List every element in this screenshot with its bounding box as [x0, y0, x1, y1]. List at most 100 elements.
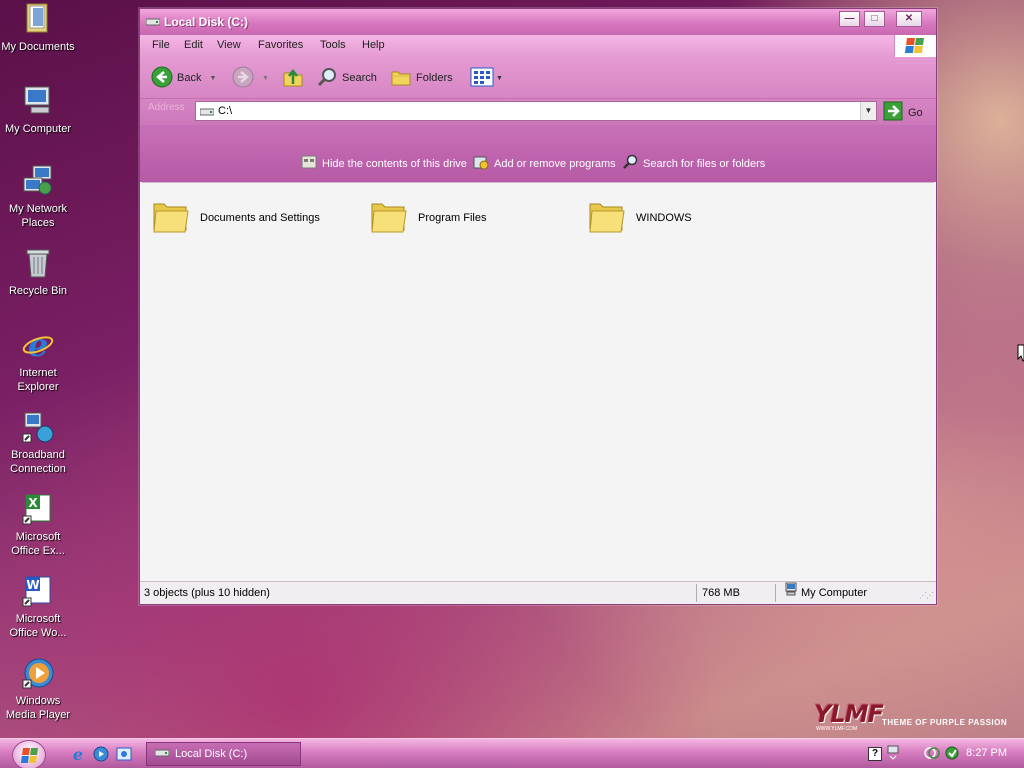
- task-label: Hide the contents of this drive: [322, 157, 467, 170]
- search-button[interactable]: Search: [316, 66, 377, 90]
- desktop-icon-label: Microsoft Office Wo...: [9, 613, 67, 639]
- file-list: Documents and Settings Program Files WIN…: [142, 182, 934, 580]
- network-places-icon: [21, 164, 55, 198]
- resize-grip-icon[interactable]: ⋰⋰: [919, 591, 934, 600]
- drive-icon: [145, 16, 161, 30]
- menu-favorites[interactable]: Favorites: [258, 39, 303, 51]
- task-hide-contents[interactable]: Hide the contents of this drive: [301, 154, 467, 173]
- media-player-icon: [21, 656, 55, 690]
- help-icon[interactable]: ?: [868, 747, 882, 761]
- views-button[interactable]: ▼: [470, 66, 503, 90]
- volume-tray-icon[interactable]: [924, 745, 940, 764]
- desktop-icon-label: Microsoft Office Ex...: [11, 531, 65, 557]
- status-location-label: My Computer: [801, 587, 868, 599]
- taskbar: e Local Disk (C:) ? 8:27 PM: [0, 738, 1024, 768]
- mouse-cursor-icon: [1017, 344, 1024, 365]
- search-icon: [316, 66, 338, 91]
- quick-launch-show-desktop-icon[interactable]: [116, 746, 132, 765]
- address-dropdown-button[interactable]: ▼: [860, 102, 876, 120]
- folder-item[interactable]: Program Files: [370, 198, 486, 237]
- menu-help[interactable]: Help: [362, 39, 385, 51]
- address-value: C:\: [218, 105, 233, 117]
- folder-name: WINDOWS: [636, 211, 692, 224]
- task-label: Search for files or folders: [643, 157, 766, 170]
- connection-tray-icon[interactable]: [944, 745, 960, 764]
- desktop-icon-network-places[interactable]: My Network Places: [0, 164, 76, 230]
- start-button[interactable]: [12, 740, 46, 768]
- brand-url: WWW.YLMF.COM: [816, 726, 858, 732]
- quick-launch-media-player-icon[interactable]: [93, 746, 109, 765]
- up-folder-icon: [282, 66, 304, 91]
- desktop-icon-media-player[interactable]: Windows Media Player: [0, 656, 76, 722]
- status-divider: [775, 584, 776, 602]
- explorer-window: Local Disk (C:) — □ ✕ File Edit View Fav…: [139, 8, 937, 605]
- back-label: Back: [177, 72, 202, 84]
- folder-item[interactable]: WINDOWS: [588, 198, 692, 237]
- desktop-icon-word[interactable]: W Microsoft Office Wo...: [0, 574, 76, 640]
- desktop-icon-internet-explorer[interactable]: e Internet Explorer: [0, 326, 76, 394]
- menu-tools[interactable]: Tools: [320, 39, 346, 51]
- brand-logo: YLMF: [814, 700, 884, 728]
- search-icon: [622, 154, 638, 173]
- desktop-icon-label: Windows Media Player: [5, 695, 71, 721]
- address-bar: Address C:\ ▼ Go: [140, 99, 936, 125]
- go-button[interactable]: Go: [883, 101, 923, 124]
- system-tray: ? 8:27 PM: [864, 739, 1024, 768]
- folders-button[interactable]: Folders: [390, 66, 453, 90]
- close-button[interactable]: ✕: [896, 11, 922, 27]
- status-object-count: 3 objects (plus 10 hidden): [144, 587, 270, 599]
- svg-text:e: e: [28, 328, 48, 362]
- menu-bar: File Edit View Favorites Tools Help: [140, 35, 936, 57]
- status-divider: [696, 584, 697, 602]
- back-button[interactable]: Back ▼: [151, 66, 216, 90]
- address-label: Address: [148, 102, 185, 113]
- folder-icon: [370, 198, 408, 237]
- desktop-icon-label: My Documents: [1, 41, 75, 53]
- desktop-icon-broadband-connection[interactable]: Broadband Connection: [0, 410, 76, 476]
- broadband-connection-icon: [21, 410, 55, 444]
- task-add-remove-programs[interactable]: Add or remove programs: [473, 154, 616, 173]
- minimize-button[interactable]: —: [839, 11, 860, 27]
- svg-text:e: e: [73, 746, 83, 762]
- status-bar: 3 objects (plus 10 hidden) 768 MB My Com…: [140, 581, 936, 604]
- desktop-icon-label: Internet Explorer: [17, 367, 59, 393]
- menu-file[interactable]: File: [152, 39, 170, 51]
- word-icon: W: [21, 574, 55, 608]
- forward-dropdown-icon[interactable]: ▼: [262, 75, 269, 82]
- svg-text:W: W: [26, 578, 39, 592]
- drive-icon: [199, 107, 215, 120]
- taskbar-window-label: Local Disk (C:): [175, 748, 248, 760]
- my-computer-icon: [784, 582, 798, 604]
- quick-launch-ie-icon[interactable]: e: [70, 745, 86, 765]
- desktop-icon-my-computer[interactable]: My Computer: [0, 84, 76, 136]
- ylmf-branding: YLMF THEME OF PURPLE PASSION WWW.YLMF.CO…: [812, 700, 1012, 734]
- windows-logo-icon: [20, 748, 39, 767]
- address-field[interactable]: C:\ ▼: [195, 101, 877, 121]
- folder-icon: [152, 198, 190, 237]
- task-search-files[interactable]: Search for files or folders: [622, 154, 765, 173]
- toolbar: Back ▼ ▼ Search Folders ▼: [140, 57, 936, 99]
- views-dropdown-icon[interactable]: ▼: [496, 75, 503, 82]
- hide-contents-icon: [301, 154, 317, 173]
- back-dropdown-icon[interactable]: ▼: [209, 75, 216, 82]
- desktop-icon-excel[interactable]: X Microsoft Office Ex...: [0, 492, 76, 558]
- desktop-icon-my-documents[interactable]: My Documents: [0, 2, 76, 54]
- network-tray-icon[interactable]: [886, 745, 900, 766]
- folders-label: Folders: [416, 72, 453, 84]
- folder-icon: [588, 198, 626, 237]
- desktop-icon-recycle-bin[interactable]: Recycle Bin: [0, 246, 76, 298]
- title-bar[interactable]: Local Disk (C:) — □ ✕: [140, 9, 936, 35]
- up-folder-button[interactable]: [282, 66, 304, 90]
- folder-item[interactable]: Documents and Settings: [152, 198, 320, 237]
- status-size: 768 MB: [702, 587, 740, 599]
- menu-edit[interactable]: Edit: [184, 39, 203, 51]
- menu-view[interactable]: View: [217, 39, 241, 51]
- desktop-icon-label: My Network Places: [8, 203, 68, 229]
- maximize-button[interactable]: □: [864, 11, 885, 27]
- svg-text:X: X: [28, 496, 38, 510]
- status-location: My Computer: [784, 582, 867, 604]
- my-computer-icon: [21, 84, 55, 118]
- taskbar-window-button[interactable]: Local Disk (C:): [146, 742, 301, 766]
- windows-logo-icon: [894, 35, 936, 57]
- forward-button[interactable]: ▼: [232, 66, 269, 90]
